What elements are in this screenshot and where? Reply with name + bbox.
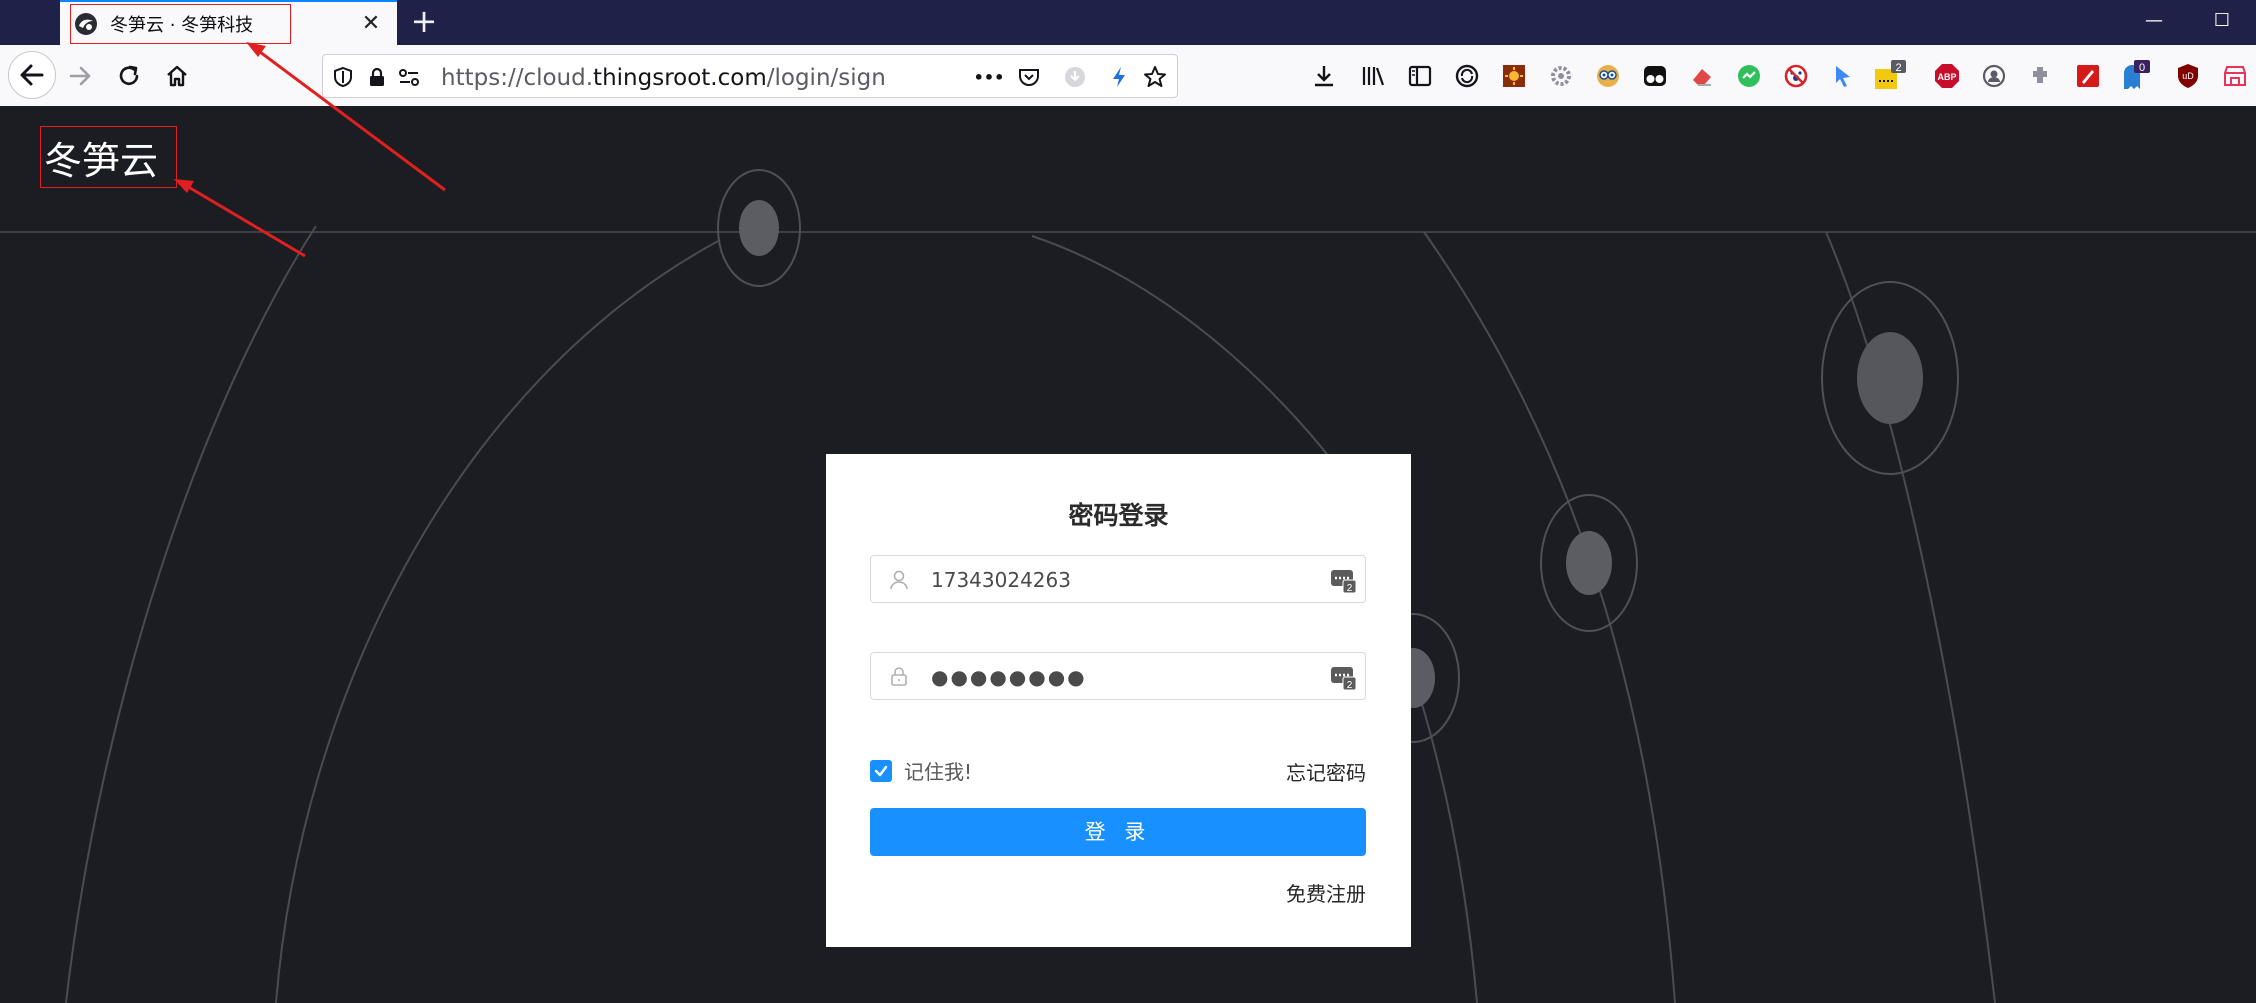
password-manager-icon[interactable]: 2 xyxy=(1329,663,1357,691)
downloads-icon[interactable] xyxy=(1307,59,1341,93)
sidebar-icon[interactable] xyxy=(1403,59,1437,93)
download-status-icon[interactable] xyxy=(1061,63,1089,91)
pocket-icon[interactable] xyxy=(1015,63,1043,91)
library-icon[interactable] xyxy=(1356,59,1390,93)
url-text: https://cloud.thingsroot.com/login/sign xyxy=(441,65,886,91)
pen-extension-icon[interactable] xyxy=(2071,59,2105,93)
remember-checkbox[interactable] xyxy=(870,759,892,782)
forgot-password-link[interactable]: 忘记密码 xyxy=(1286,757,1366,786)
url-host: thingsroot.com xyxy=(593,65,767,91)
page-content: 冬笋云 密码登录 17343024263 2 ●●●●●●●● 2 记住我! 忘… xyxy=(0,106,2256,1003)
user-icon xyxy=(890,570,908,590)
forward-button[interactable] xyxy=(62,57,100,95)
lightning-icon[interactable] xyxy=(1105,63,1133,91)
new-tab-button[interactable]: + xyxy=(408,5,440,38)
permissions-icon[interactable] xyxy=(395,63,423,91)
login-title: 密码登录 xyxy=(1068,501,1169,530)
bookmark-star-icon[interactable] xyxy=(1141,63,1169,91)
reload-button[interactable] xyxy=(110,57,148,95)
ublock-label: uD xyxy=(2182,71,2194,81)
home-icon xyxy=(167,65,187,87)
devtools-extension-icon[interactable]: 2 xyxy=(1873,59,1907,93)
annotation-box-logo xyxy=(40,126,177,188)
maximize-button[interactable]: ☐ xyxy=(2200,6,2244,36)
lock-icon xyxy=(891,667,907,686)
paw-block-icon[interactable] xyxy=(1779,59,1813,93)
remember-me[interactable]: 记住我! xyxy=(870,756,972,785)
username-field[interactable]: 17343024263 2 xyxy=(870,555,1366,603)
reload-icon xyxy=(119,65,139,85)
shield-icon[interactable] xyxy=(329,63,357,91)
settings-gear-icon[interactable] xyxy=(1544,59,1578,93)
login-button[interactable]: 登 录 xyxy=(870,808,1366,856)
abp-label: ABP xyxy=(1937,72,1956,82)
svg-text:2: 2 xyxy=(1347,583,1353,594)
url-prefix: https://cloud. xyxy=(441,65,594,91)
url-path: /login/sign xyxy=(766,65,886,91)
puzzle-extension-icon[interactable] xyxy=(2024,59,2058,93)
tab-close-icon[interactable]: ✕ xyxy=(359,11,383,36)
browser-titlebar: 冬笋云 · 冬笋科技 ✕ + — ☐ xyxy=(0,0,2256,45)
home-button[interactable] xyxy=(158,57,196,95)
register-link[interactable]: 免费注册 xyxy=(1286,878,1366,907)
checkmark-icon xyxy=(874,765,888,776)
account-icon[interactable] xyxy=(1977,59,2011,93)
svg-text:2: 2 xyxy=(1347,680,1353,691)
password-field[interactable]: ●●●●●●●● 2 xyxy=(870,652,1366,700)
password-manager-icon[interactable]: 2 xyxy=(1329,566,1357,594)
navigation-toolbar: https://cloud.thingsroot.com/login/sign … xyxy=(0,45,2256,106)
remember-label: 记住我! xyxy=(904,760,973,784)
url-bar[interactable]: https://cloud.thingsroot.com/login/sign … xyxy=(322,54,1178,98)
back-button[interactable] xyxy=(8,51,56,99)
ghostery-badge-count: 0 xyxy=(2139,62,2145,74)
ghostery-icon[interactable]: 0 xyxy=(2118,59,2152,93)
sync-extension-icon[interactable] xyxy=(1450,59,1484,93)
eraser-icon[interactable] xyxy=(1685,59,1719,93)
trend-extension-icon[interactable] xyxy=(1732,59,1766,93)
store-extension-icon[interactable] xyxy=(2218,59,2252,93)
arrow-right-icon xyxy=(69,66,91,86)
arrow-left-icon xyxy=(20,64,44,86)
owl-extension-icon[interactable] xyxy=(1591,59,1625,93)
annotation-box-tab xyxy=(70,4,291,44)
username-value: 17343024263 xyxy=(931,568,1071,592)
ublock-origin-icon[interactable]: uD xyxy=(2171,59,2205,93)
lock-icon[interactable] xyxy=(363,63,391,91)
login-card: 密码登录 17343024263 2 ●●●●●●●● 2 记住我! 忘记密码 … xyxy=(826,454,1411,947)
page-actions-more-icon[interactable]: ••• xyxy=(969,63,1009,91)
password-value: ●●●●●●●● xyxy=(931,665,1087,689)
cursor-pointer-icon[interactable] xyxy=(1826,59,1860,93)
sun-extension-icon[interactable] xyxy=(1497,59,1531,93)
adblock-plus-icon[interactable]: ABP xyxy=(1930,59,1964,93)
minimize-button[interactable]: — xyxy=(2132,6,2176,36)
devtools-badge-count: 2 xyxy=(1895,62,1901,74)
tampermonkey-icon[interactable] xyxy=(1638,59,1672,93)
